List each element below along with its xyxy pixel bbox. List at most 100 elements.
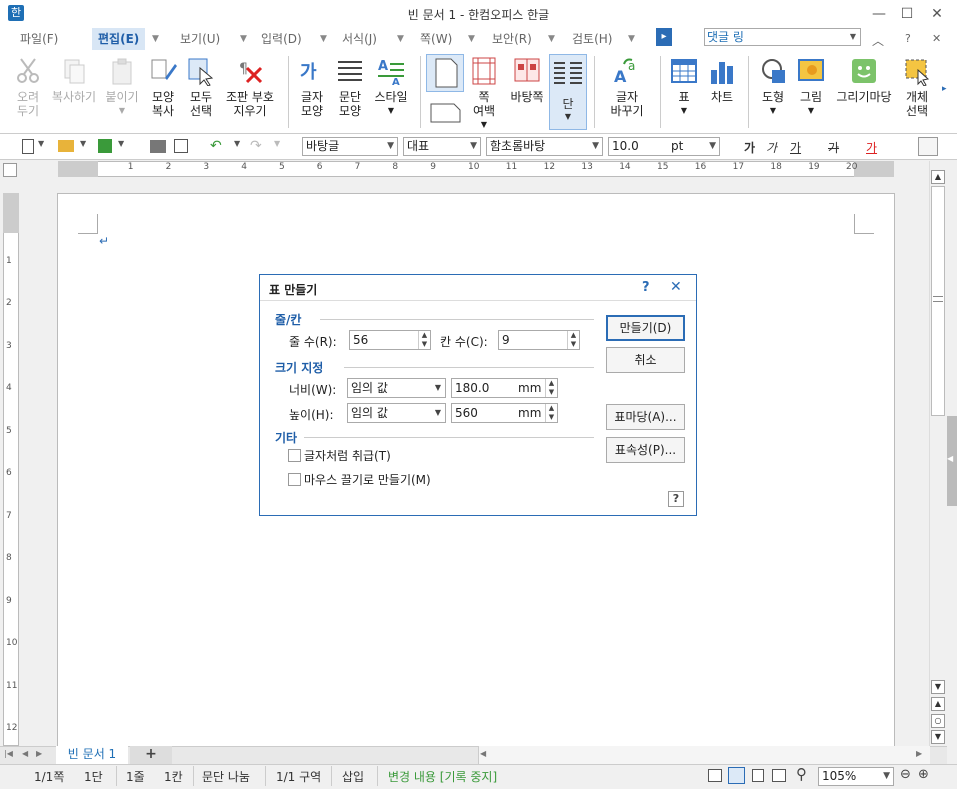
menu-view-arrow-icon[interactable]: ▼ bbox=[240, 28, 247, 50]
copy-button[interactable]: 복사하기 bbox=[44, 54, 104, 104]
columns-dropdown-icon[interactable]: ▼ bbox=[550, 112, 586, 121]
menu-review-arrow-icon[interactable]: ▼ bbox=[628, 28, 635, 50]
menu-security[interactable]: 보안(R) bbox=[486, 28, 538, 50]
zoom-out-icon[interactable]: ⊖ bbox=[900, 767, 911, 782]
spin-arrows-icon[interactable]: ▲ ▼ bbox=[545, 404, 557, 422]
clear-symbols-button[interactable]: ¶ 조판 부호 지우기 bbox=[222, 54, 278, 118]
tab-first-icon[interactable]: |◀ bbox=[4, 749, 13, 758]
new-doc-icon[interactable] bbox=[22, 139, 34, 154]
menu-format-arrow-icon[interactable]: ▼ bbox=[397, 28, 404, 50]
underline-button[interactable]: 가 bbox=[790, 139, 801, 156]
view-normal-icon[interactable] bbox=[708, 769, 722, 782]
chart-button[interactable]: 차트 bbox=[702, 54, 742, 104]
align-menu-icon[interactable] bbox=[918, 137, 938, 156]
redo-icon[interactable]: ↷ bbox=[250, 138, 262, 154]
strikethrough-button[interactable]: 가 bbox=[828, 139, 839, 156]
width-mode-select[interactable]: 임의 값 ▼ bbox=[347, 378, 446, 398]
horizontal-scrollbar[interactable] bbox=[478, 746, 930, 764]
master-page-button[interactable]: 바탕쪽 bbox=[504, 54, 550, 104]
ribbon-collapse-icon[interactable]: ︿ bbox=[872, 32, 884, 49]
style-combo[interactable]: 바탕글 ▼ bbox=[302, 137, 398, 156]
font-combo[interactable]: 함초롬바탕 ▼ bbox=[486, 137, 603, 156]
style-button[interactable]: AA 스타일 ▼ bbox=[364, 54, 418, 118]
menu-page-arrow-icon[interactable]: ▼ bbox=[468, 28, 475, 50]
zoom-in-icon[interactable]: ⊕ bbox=[918, 767, 929, 782]
zoom-search-icon[interactable]: ⚲ bbox=[796, 765, 807, 783]
ruler-corner-icon[interactable] bbox=[3, 163, 17, 177]
rows-input[interactable]: 56 ▲ ▼ bbox=[349, 330, 431, 350]
menu-edit[interactable]: 편집(E) bbox=[92, 28, 146, 50]
status-insert[interactable]: 삽입 bbox=[342, 768, 364, 785]
picture-button[interactable]: 그림 ▼ bbox=[790, 54, 832, 118]
context-help-icon[interactable]: ? bbox=[668, 491, 684, 507]
maximize-button[interactable]: ☐ bbox=[892, 4, 922, 24]
replace-button[interactable]: Aa 글자 바꾸기 bbox=[600, 54, 654, 118]
font-size-combo[interactable]: 10.0 pt ▼ bbox=[608, 137, 720, 156]
help-icon[interactable]: ? bbox=[905, 32, 911, 45]
height-mode-select[interactable]: 임의 값 ▼ bbox=[347, 403, 446, 423]
view-draft-icon[interactable] bbox=[752, 769, 764, 782]
width-input[interactable]: 180.0 mm ▲ ▼ bbox=[451, 378, 558, 398]
columns-button[interactable]: 단 ▼ bbox=[549, 54, 587, 130]
select-all-button[interactable]: 모두 선택 bbox=[176, 54, 226, 118]
menu-page[interactable]: 쪽(W) bbox=[414, 28, 458, 50]
page-margin-dropdown-icon[interactable]: ▼ bbox=[458, 118, 510, 132]
menu-view[interactable]: 보기(U) bbox=[174, 28, 226, 50]
picture-dropdown-icon[interactable]: ▼ bbox=[790, 104, 832, 118]
undo-icon[interactable]: ↶ bbox=[210, 138, 222, 154]
table-properties-button[interactable]: 표속성(P)... bbox=[606, 437, 685, 463]
spin-arrows-icon[interactable]: ▲ ▼ bbox=[418, 331, 430, 349]
menu-input[interactable]: 입력(D) bbox=[255, 28, 308, 50]
redo-dropdown-icon[interactable]: ▼ bbox=[274, 139, 280, 148]
italic-button[interactable]: 가 bbox=[766, 139, 777, 156]
menu-review[interactable]: 검토(H) bbox=[566, 28, 618, 50]
tab-prev-icon[interactable]: ◀ bbox=[22, 749, 28, 758]
spin-arrows-icon[interactable]: ▲ ▼ bbox=[567, 331, 579, 349]
preview-icon[interactable] bbox=[174, 139, 188, 153]
save-icon[interactable] bbox=[98, 139, 112, 153]
font-color-button[interactable]: 가 bbox=[866, 139, 877, 156]
bold-button[interactable]: 가 bbox=[744, 139, 755, 156]
undo-dropdown-icon[interactable]: ▼ bbox=[234, 139, 240, 148]
menu-input-arrow-icon[interactable]: ▼ bbox=[320, 28, 327, 50]
object-select-button[interactable]: 개체 선택 bbox=[892, 54, 942, 118]
page-circle-icon[interactable]: ○ bbox=[931, 714, 945, 728]
view-outline-icon[interactable] bbox=[772, 769, 786, 782]
hscroll-left-icon[interactable]: ◀ bbox=[480, 749, 486, 758]
cols-input[interactable]: 9 ▲ ▼ bbox=[498, 330, 580, 350]
create-button[interactable]: 만들기(D) bbox=[606, 315, 685, 341]
menu-security-arrow-icon[interactable]: ▼ bbox=[548, 28, 555, 50]
language-combo[interactable]: 대표 ▼ bbox=[403, 137, 481, 156]
status-page[interactable]: 1/1쪽 bbox=[34, 768, 64, 785]
drawing-button[interactable]: 그리기마당 bbox=[832, 54, 896, 104]
menu-format[interactable]: 서식(J) bbox=[336, 28, 383, 50]
add-tab-button[interactable]: + bbox=[130, 746, 172, 764]
menu-file[interactable]: 파일(F) bbox=[14, 28, 64, 50]
tab-document[interactable]: 빈 문서 1 bbox=[56, 746, 128, 764]
table-button[interactable]: 표 ▼ bbox=[664, 54, 704, 118]
comment-combo[interactable]: 댓글 링 ▼ bbox=[704, 28, 861, 46]
hscroll-right-icon[interactable]: ▶ bbox=[916, 749, 922, 758]
height-input[interactable]: 560 mm ▲ ▼ bbox=[451, 403, 558, 423]
dialog-close-icon[interactable]: ✕ bbox=[670, 279, 682, 295]
style-dropdown-icon[interactable]: ▼ bbox=[364, 104, 418, 118]
next-page-icon[interactable]: ▼ bbox=[931, 730, 945, 744]
dialog-title-bar[interactable] bbox=[260, 275, 696, 301]
prev-page-icon[interactable]: ▲ bbox=[931, 697, 945, 711]
close-window-button[interactable]: ✕ bbox=[922, 4, 952, 24]
cancel-button[interactable]: 취소 bbox=[606, 347, 685, 373]
menu-more-icon[interactable]: ▸ bbox=[656, 28, 672, 46]
menu-edit-arrow-icon[interactable]: ▼ bbox=[152, 28, 159, 50]
side-panel-arrow-icon[interactable]: ◀ bbox=[947, 454, 953, 463]
open-folder-icon[interactable] bbox=[58, 140, 74, 152]
table-style-button[interactable]: 표마당(A)... bbox=[606, 404, 685, 430]
page-margin-button[interactable]: 쪽 여백 ▼ bbox=[458, 54, 510, 132]
minimize-button[interactable]: — bbox=[864, 4, 894, 24]
treat-as-char-checkbox[interactable] bbox=[288, 449, 301, 462]
dialog-help-icon[interactable]: ? bbox=[642, 280, 650, 295]
treat-as-char-label[interactable]: 글자처럼 취급(T) bbox=[304, 447, 391, 464]
spin-arrows-icon[interactable]: ▲ ▼ bbox=[545, 379, 557, 397]
view-page-icon[interactable] bbox=[728, 767, 745, 784]
tab-next-icon[interactable]: ▶ bbox=[36, 749, 42, 758]
table-dropdown-icon[interactable]: ▼ bbox=[664, 104, 704, 118]
